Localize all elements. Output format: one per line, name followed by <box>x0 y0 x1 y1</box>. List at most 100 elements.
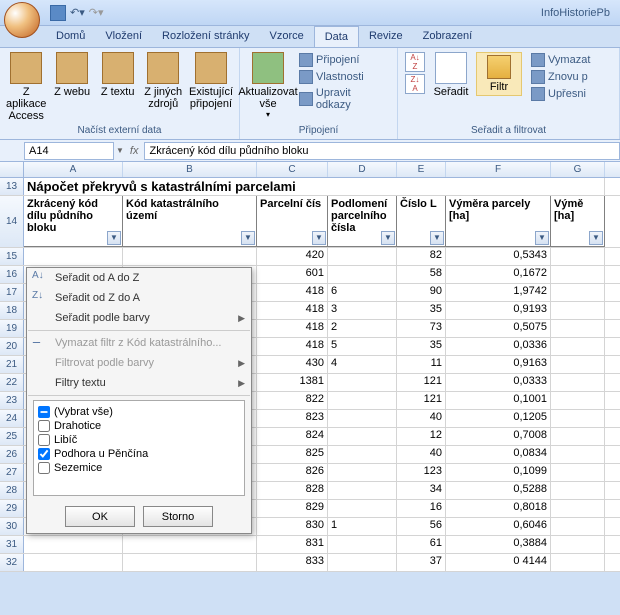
column-header-cell[interactable]: Podlomení parcelního čísla▼ <box>328 196 397 247</box>
cell[interactable] <box>24 248 123 265</box>
filter-dropdown-icon[interactable]: ▼ <box>107 231 121 245</box>
cell[interactable] <box>551 338 605 355</box>
cell[interactable] <box>551 554 605 571</box>
cell[interactable] <box>123 554 257 571</box>
filter-dropdown-icon[interactable]: ▼ <box>430 231 444 245</box>
col-header[interactable]: E <box>397 162 446 177</box>
cell[interactable]: 37 <box>397 554 446 571</box>
column-header-cell[interactable]: Výměra parcely [ha]▼ <box>446 196 551 247</box>
cell[interactable]: 34 <box>397 482 446 499</box>
cell[interactable] <box>328 266 397 283</box>
column-header-cell[interactable]: Parcelní čís▼ <box>257 196 328 247</box>
name-box[interactable]: A14 <box>24 142 114 160</box>
cell[interactable] <box>328 374 397 391</box>
text-filters-item[interactable]: Filtry textu▶ <box>27 373 251 393</box>
cell[interactable]: 0,0333 <box>446 374 551 391</box>
tab-revize[interactable]: Revize <box>359 26 413 47</box>
cell[interactable] <box>551 428 605 445</box>
cell[interactable]: 0 4144 <box>446 554 551 571</box>
row-header[interactable]: 27 <box>0 464 24 481</box>
filter-dropdown-icon[interactable]: ▼ <box>381 231 395 245</box>
cell[interactable]: 828 <box>257 482 328 499</box>
ext-data-button[interactable]: Z webu <box>50 50 94 100</box>
row-header[interactable]: 13 <box>0 178 24 195</box>
cell[interactable]: 0,5288 <box>446 482 551 499</box>
col-header[interactable]: B <box>123 162 257 177</box>
col-header[interactable]: C <box>257 162 328 177</box>
conn-item[interactable]: Vlastnosti <box>296 69 391 85</box>
row-header[interactable]: 25 <box>0 428 24 445</box>
ext-data-button[interactable]: Z jiných zdrojů <box>141 50 185 112</box>
filter-item[interactable]: Upřesni <box>528 86 593 102</box>
cell[interactable]: 1,9742 <box>446 284 551 301</box>
cell[interactable]: 420 <box>257 248 328 265</box>
cell[interactable]: 0,1672 <box>446 266 551 283</box>
row-header[interactable]: 31 <box>0 536 24 553</box>
cell[interactable] <box>551 266 605 283</box>
cell[interactable] <box>551 356 605 373</box>
cell[interactable] <box>551 392 605 409</box>
row-header[interactable]: 22 <box>0 374 24 391</box>
cell[interactable]: 90 <box>397 284 446 301</box>
tab-vzorce[interactable]: Vzorce <box>259 26 313 47</box>
filter-dropdown-icon[interactable]: ▼ <box>241 231 255 245</box>
cell[interactable]: 11 <box>397 356 446 373</box>
row-header[interactable]: 24 <box>0 410 24 427</box>
cell[interactable] <box>551 302 605 319</box>
cancel-button[interactable]: Storno <box>143 506 213 527</box>
cell[interactable] <box>551 374 605 391</box>
cell[interactable]: 0,1001 <box>446 392 551 409</box>
cell[interactable]: 35 <box>397 302 446 319</box>
filter-item[interactable]: Znovu p <box>528 69 593 85</box>
cell[interactable] <box>328 410 397 427</box>
cell[interactable]: 1 <box>328 518 397 535</box>
column-header-cell[interactable]: Číslo L▼ <box>397 196 446 247</box>
cell[interactable] <box>551 320 605 337</box>
cell[interactable] <box>551 536 605 553</box>
office-button[interactable] <box>4 2 40 38</box>
row-header[interactable]: 28 <box>0 482 24 499</box>
cell[interactable] <box>328 482 397 499</box>
cell[interactable] <box>551 464 605 481</box>
row-header[interactable]: 15 <box>0 248 24 265</box>
cell[interactable]: 0,9163 <box>446 356 551 373</box>
tab-data[interactable]: Data <box>314 26 359 47</box>
cell[interactable]: 6 <box>328 284 397 301</box>
ok-button[interactable]: OK <box>65 506 135 527</box>
tab-zobrazení[interactable]: Zobrazení <box>413 26 483 47</box>
cell[interactable] <box>328 248 397 265</box>
filter-item[interactable]: Vymazat <box>528 52 593 68</box>
cell[interactable]: 16 <box>397 500 446 517</box>
title-cell[interactable]: Nápočet překryvů s katastrálními parcela… <box>24 178 605 195</box>
cell[interactable]: 0,9193 <box>446 302 551 319</box>
conn-item[interactable]: Připojení <box>296 52 391 68</box>
cell[interactable]: 82 <box>397 248 446 265</box>
row-header[interactable]: 17 <box>0 284 24 301</box>
filter-option[interactable]: Sezemice <box>38 461 240 475</box>
cell[interactable]: 822 <box>257 392 328 409</box>
filter-option[interactable]: (Vybrat vše) <box>38 405 240 419</box>
filter-option[interactable]: Libíč <box>38 433 240 447</box>
cell[interactable]: 430 <box>257 356 328 373</box>
col-header[interactable]: G <box>551 162 605 177</box>
cell[interactable] <box>551 410 605 427</box>
filter-dropdown-icon[interactable]: ▼ <box>535 231 549 245</box>
row-header[interactable]: 20 <box>0 338 24 355</box>
sort-za-item[interactable]: Z↓Seřadit od Z do A <box>27 288 251 308</box>
row-header[interactable]: 14 <box>0 196 24 247</box>
cell[interactable]: 2 <box>328 320 397 337</box>
cell[interactable]: 833 <box>257 554 328 571</box>
row-header[interactable]: 30 <box>0 518 24 535</box>
cell[interactable]: 418 <box>257 302 328 319</box>
row-header[interactable]: 21 <box>0 356 24 373</box>
tab-vložení[interactable]: Vložení <box>95 26 152 47</box>
cell[interactable]: 418 <box>257 284 328 301</box>
cell[interactable]: 0,1205 <box>446 410 551 427</box>
cell[interactable]: 121 <box>397 374 446 391</box>
cell[interactable]: 418 <box>257 338 328 355</box>
row-header[interactable]: 32 <box>0 554 24 571</box>
cell[interactable] <box>328 464 397 481</box>
cell[interactable]: 1381 <box>257 374 328 391</box>
cell[interactable]: 12 <box>397 428 446 445</box>
cell[interactable] <box>328 428 397 445</box>
